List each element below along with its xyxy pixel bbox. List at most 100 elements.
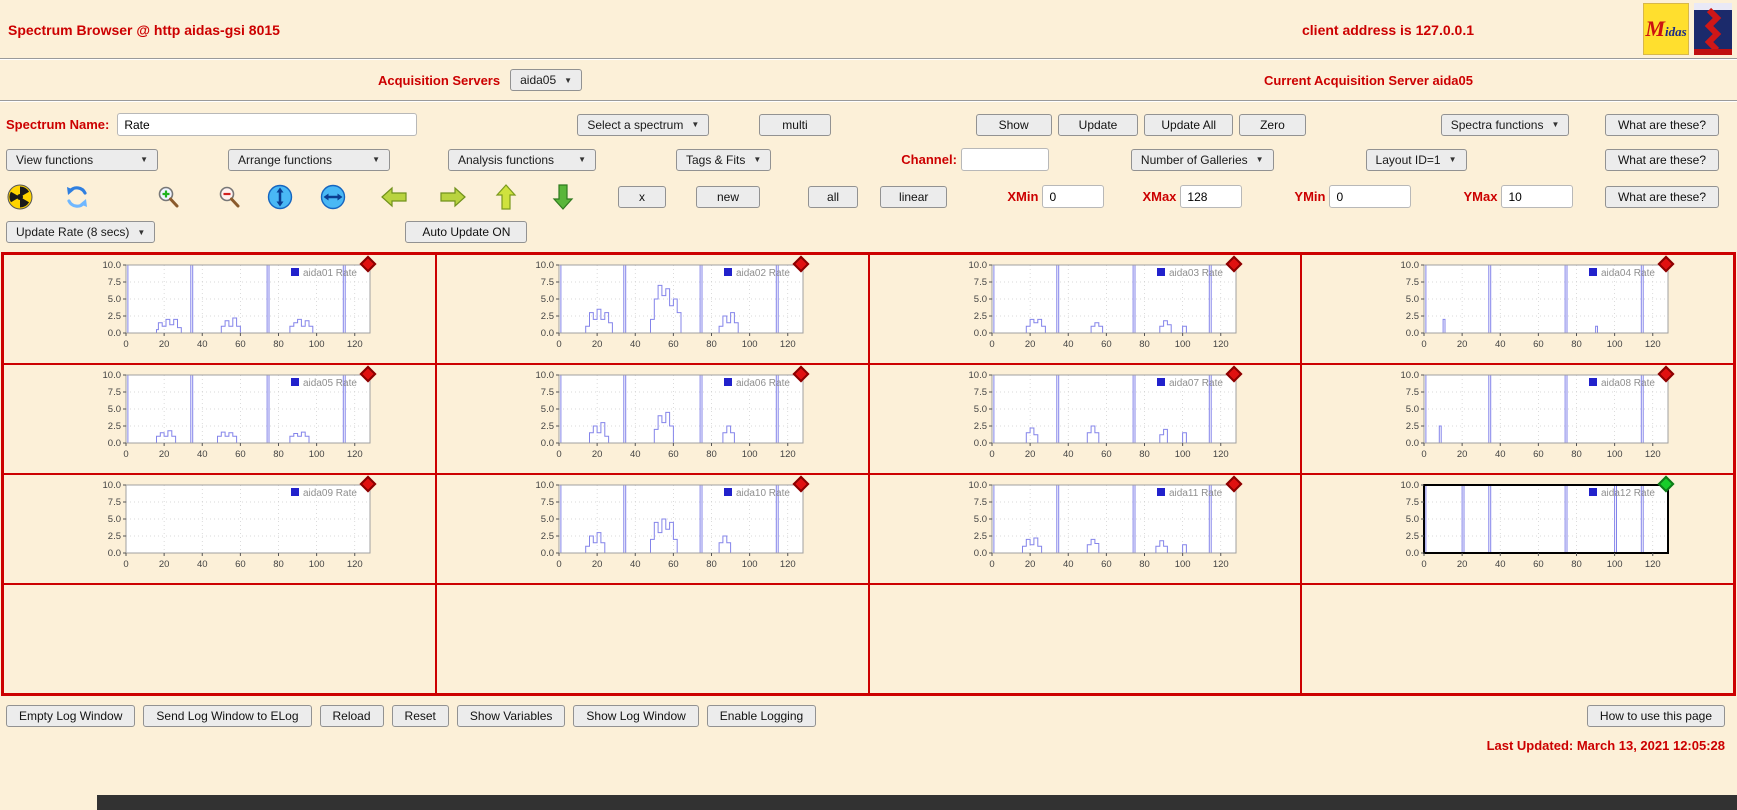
spectrum-name-input[interactable]: [117, 113, 418, 136]
svg-text:0: 0: [989, 559, 994, 570]
svg-text:80: 80: [706, 449, 717, 460]
acquisition-server-value: aida05: [520, 73, 557, 87]
update-all-button[interactable]: Update All: [1144, 113, 1234, 136]
reset-button[interactable]: Reset: [391, 705, 449, 727]
svg-text:0: 0: [1422, 449, 1427, 460]
xmax-input[interactable]: [1180, 185, 1243, 208]
acquisition-server-select[interactable]: aida05 ▼: [510, 69, 583, 91]
empty-log-window-button[interactable]: Empty Log Window: [6, 705, 136, 727]
tags-fits-label: Tags & Fits: [686, 152, 746, 167]
shift-down-icon[interactable]: [549, 183, 576, 210]
send-log-to-elog-button[interactable]: Send Log Window to ELog: [143, 705, 312, 727]
chevron-down-icon: ▼: [1255, 155, 1264, 164]
gallery-panel-aida05[interactable]: 0 20 40 60 80 100 120 0.0 2.5 5.0 7.5 10.0 aida05 Ra…: [3, 364, 436, 474]
show-button[interactable]: Show: [975, 113, 1052, 136]
zoom-out-icon[interactable]: [215, 183, 242, 210]
what-are-these-button-2[interactable]: What are these?: [1604, 148, 1719, 171]
radiation-icon[interactable]: [6, 183, 33, 210]
svg-text:aida05 Rate: aida05 Rate: [303, 378, 357, 389]
svg-text:aida06 Rate: aida06 Rate: [736, 378, 790, 389]
svg-text:0.0: 0.0: [108, 328, 121, 339]
svg-text:10.0: 10.0: [968, 370, 987, 381]
spectra-functions-label: Spectra functions: [1450, 117, 1544, 132]
svg-text:120: 120: [347, 449, 363, 460]
update-button[interactable]: Update: [1057, 113, 1139, 136]
unzoom-x-icon[interactable]: [319, 183, 346, 210]
svg-text:10.0: 10.0: [1401, 480, 1420, 491]
gallery-panel-aida10[interactable]: 0 20 40 60 80 100 120 0.0 2.5 5.0 7.5 10.0 aida10 Ra…: [435, 474, 869, 584]
new-button[interactable]: new: [696, 185, 761, 208]
reload-button[interactable]: Reload: [319, 705, 384, 727]
chevron-down-icon: ▼: [372, 155, 380, 164]
x-button[interactable]: x: [618, 185, 666, 208]
svg-text:7.5: 7.5: [973, 387, 986, 398]
svg-text:0: 0: [1422, 339, 1427, 350]
spectrum-chart-aida04: 0 20 40 60 80 100 120 0.0 2.5 5.0 7.5 10.0 aida04 Ra…: [1401, 260, 1669, 350]
svg-text:120: 120: [780, 559, 796, 570]
gallery-panel-aida07[interactable]: 0 20 40 60 80 100 120 0.0 2.5 5.0 7.5 10.0 aida07 Ra…: [868, 364, 1302, 474]
svg-text:0: 0: [556, 339, 561, 350]
arrange-functions-dropdown[interactable]: Arrange functions ▼: [228, 148, 390, 171]
xmin-input[interactable]: [1042, 185, 1105, 208]
svg-text:60: 60: [668, 339, 679, 350]
gallery-panel-aida04[interactable]: 0 20 40 60 80 100 120 0.0 2.5 5.0 7.5 10.0 aida04 Ra…: [1301, 254, 1734, 364]
gallery-grid: 0 20 40 60 80 100 120 0.0 2.5 5.0 7.5 10.0 aida01 Ra…: [1, 252, 1736, 696]
gallery-panel-aida06[interactable]: 0 20 40 60 80 100 120 0.0 2.5 5.0 7.5 10.0 aida06 Ra…: [435, 364, 869, 474]
svg-text:60: 60: [1533, 339, 1544, 350]
spectrum-chart-aida11: 0 20 40 60 80 100 120 0.0 2.5 5.0 7.5 10.0 aida11 Ra…: [968, 480, 1236, 570]
enable-logging-button[interactable]: Enable Logging: [706, 705, 817, 727]
gallery-panel-aida12[interactable]: 0 20 40 60 80 100 120 0.0 2.5 5.0 7.5 10.0 aida12 Ra…: [1301, 474, 1734, 584]
gallery-cell-empty: [435, 584, 869, 694]
svg-text:5.0: 5.0: [973, 514, 986, 525]
spectrum-chart-aida02: 0 20 40 60 80 100 120 0.0 2.5 5.0 7.5 10.0 aida02 Ra…: [535, 260, 804, 350]
unzoom-y-icon[interactable]: [266, 183, 293, 210]
svg-text:10.0: 10.0: [968, 260, 987, 271]
gallery-panel-aida01[interactable]: 0 20 40 60 80 100 120 0.0 2.5 5.0 7.5 10.0 aida01 Ra…: [3, 254, 436, 364]
svg-text:60: 60: [1101, 559, 1112, 570]
gallery-panel-aida08[interactable]: 0 20 40 60 80 100 120 0.0 2.5 5.0 7.5 10.0 aida08 Ra…: [1301, 364, 1734, 474]
svg-text:0.0: 0.0: [541, 548, 554, 559]
svg-text:80: 80: [1139, 449, 1150, 460]
select-spectrum-dropdown[interactable]: Select a spectrum ▼: [577, 113, 710, 136]
all-button[interactable]: all: [808, 185, 859, 208]
tags-fits-dropdown[interactable]: Tags & Fits ▼: [676, 148, 772, 171]
gallery-panel-aida03[interactable]: 0 20 40 60 80 100 120 0.0 2.5 5.0 7.5 10.0 aida03 Ra…: [868, 254, 1302, 364]
gallery-panel-aida11[interactable]: 0 20 40 60 80 100 120 0.0 2.5 5.0 7.5 10.0 aida11 Ra…: [868, 474, 1302, 584]
what-are-these-button-3[interactable]: What are these?: [1604, 185, 1719, 208]
analysis-functions-dropdown[interactable]: Analysis functions ▼: [448, 148, 596, 171]
chevron-down-icon: ▼: [564, 75, 573, 85]
number-of-galleries-dropdown[interactable]: Number of Galleries ▼: [1130, 148, 1274, 171]
view-functions-dropdown[interactable]: View functions ▼: [6, 148, 158, 171]
shift-up-icon[interactable]: [492, 183, 519, 210]
shift-right-icon[interactable]: [439, 183, 466, 210]
svg-text:20: 20: [1024, 559, 1035, 570]
auto-update-button[interactable]: Auto Update ON: [405, 221, 528, 243]
svg-text:100: 100: [1174, 339, 1190, 350]
spectra-functions-dropdown[interactable]: Spectra functions ▼: [1440, 113, 1570, 136]
gallery-panel-aida02[interactable]: 0 20 40 60 80 100 120 0.0 2.5 5.0 7.5 10.0 aida02 Ra…: [435, 254, 869, 364]
ymax-input[interactable]: [1501, 185, 1574, 208]
header: Spectrum Browser @ http aidas-gsi 8015 c…: [0, 0, 1737, 58]
what-are-these-button-1[interactable]: What are these?: [1604, 113, 1719, 136]
svg-text:7.5: 7.5: [541, 277, 554, 288]
channel-input[interactable]: [960, 148, 1049, 171]
refresh-icon[interactable]: [63, 183, 90, 210]
layout-id-dropdown[interactable]: Layout ID=1 ▼: [1365, 148, 1467, 171]
linear-button[interactable]: linear: [880, 185, 948, 208]
zero-button[interactable]: Zero: [1239, 113, 1306, 136]
show-log-window-button[interactable]: Show Log Window: [573, 705, 699, 727]
arrange-functions-label: Arrange functions: [238, 152, 333, 167]
svg-text:40: 40: [1495, 559, 1506, 570]
ymin-input[interactable]: [1329, 185, 1412, 208]
chevron-down-icon: ▼: [137, 227, 146, 237]
zoom-in-icon[interactable]: [154, 183, 181, 210]
show-variables-button[interactable]: Show Variables: [456, 705, 566, 727]
shift-left-icon[interactable]: [380, 183, 407, 210]
gallery-panel-aida09[interactable]: 0 20 40 60 80 100 120 0.0 2.5 5.0 7.5 10.0 aida09 Ra…: [3, 474, 436, 584]
svg-text:100: 100: [1174, 449, 1190, 460]
how-to-use-button[interactable]: How to use this page: [1586, 705, 1725, 727]
multi-button[interactable]: multi: [759, 113, 831, 136]
update-rate-dropdown[interactable]: Update Rate (8 secs) ▼: [6, 221, 156, 243]
svg-text:7.5: 7.5: [973, 497, 986, 508]
svg-text:20: 20: [1024, 449, 1035, 460]
